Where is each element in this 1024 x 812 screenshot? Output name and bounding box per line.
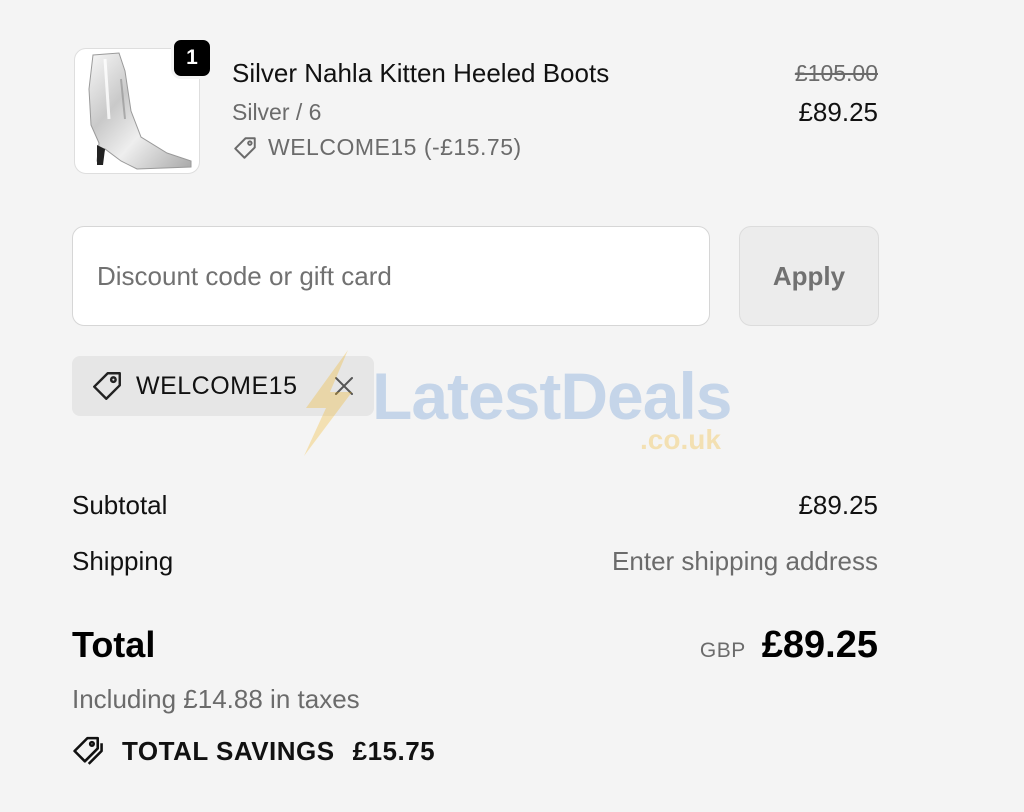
product-discount-text: WELCOME15 (-£15.75) [268,134,522,160]
shipping-label: Shipping [72,546,174,576]
original-price: £105.00 [794,60,878,86]
double-tag-icon [72,734,108,768]
product-discount-line: WELCOME15 (-£15.75) [232,134,522,161]
applied-discount-chip: WELCOME15 [72,356,374,416]
shipping-value: Enter shipping address [612,546,878,576]
quantity-badge: 1 [171,37,213,79]
savings-amount: £15.75 [352,735,436,766]
total-amount: £89.25 [761,624,878,666]
savings-label: TOTAL SAVINGS [122,735,335,766]
currency-code: GBP [699,639,746,662]
watermark-domain: .co.uk [640,424,721,455]
tax-note: Including £14.88 in taxes [72,684,360,714]
subtotal-value: £89.25 [798,490,878,520]
apply-button[interactable]: Apply [739,226,879,326]
watermark-brand: LatestDeals [372,359,733,433]
total-amount-group: GBP £89.25 [700,624,878,667]
total-label: Total [72,624,156,665]
applied-code-label: WELCOME15 [136,371,298,400]
tag-icon [90,369,124,403]
product-variant: Silver / 6 [232,99,322,125]
tag-icon [232,135,258,161]
total-savings: TOTAL SAVINGS £15.75 [72,734,435,768]
discount-code-input[interactable] [72,226,710,326]
close-icon[interactable] [332,374,356,398]
product-name: Silver Nahla Kitten Heeled Boots [232,58,610,88]
sale-price: £89.25 [798,97,878,127]
subtotal-label: Subtotal [72,490,168,520]
